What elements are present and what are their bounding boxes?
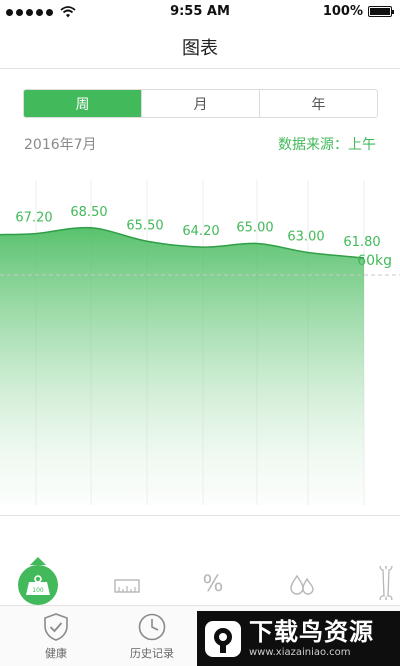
data-label: 65.50 (126, 218, 163, 233)
weight-badge-text: 100 (32, 587, 44, 594)
status-bar: 9:55 AM 100% (0, 0, 400, 24)
date-label: 2016年7月 (24, 137, 97, 153)
tab-year[interactable]: 年 (260, 90, 377, 117)
active-metric-indicator (30, 557, 46, 565)
tab-history-label: 历史记录 (130, 647, 174, 660)
app-screen: 9:55 AM 100% 图表 周 月 年 2016年7月 数据来源：上午 60… (0, 0, 400, 666)
tab-month[interactable]: 月 (142, 90, 260, 117)
data-label: 67.20 (15, 211, 52, 226)
watermark-url: www.xiazainiao.com (249, 647, 351, 658)
battery-icon (368, 6, 394, 17)
data-source-selector[interactable]: 数据来源：上午 (278, 134, 376, 154)
water-drops-icon[interactable] (288, 570, 316, 598)
percent-icon[interactable]: % (200, 570, 226, 598)
watermark-title: 下载鸟资源 (249, 618, 374, 646)
chart-area-fill (0, 227, 364, 505)
battery-status: 100% (322, 4, 394, 19)
ruler-icon[interactable] (114, 574, 140, 596)
weight-icon[interactable]: 100 (18, 565, 58, 605)
clock-icon (138, 613, 166, 641)
data-label: 68.50 (70, 205, 107, 220)
data-label: 64.20 (182, 224, 219, 239)
target-weight-label: 60kg (357, 253, 392, 269)
data-label: 61.80 (343, 235, 380, 250)
page-title: 图表 (182, 38, 218, 59)
weight-chart: 60kg 67.20 68.50 65.50 64.20 65.00 63.00 61.80… (0, 180, 400, 505)
data-label: 63.00 (287, 230, 324, 245)
data-label: 65.00 (236, 221, 273, 236)
tab-health[interactable]: 健康 (21, 612, 91, 661)
nav-divider (0, 68, 400, 69)
battery-percent: 100% (322, 4, 363, 19)
period-segmented-control: 周 月 年 (23, 89, 378, 118)
bird-logo-icon (205, 620, 241, 657)
bone-icon[interactable] (378, 566, 394, 600)
watermark-banner: 下载鸟资源 www.xiazainiao.com (197, 611, 400, 666)
tab-health-label: 健康 (45, 647, 67, 660)
chart-baseline (0, 515, 400, 516)
tab-week[interactable]: 周 (24, 90, 142, 117)
shield-check-icon (44, 613, 68, 641)
tab-history[interactable]: 历史记录 (117, 612, 187, 661)
